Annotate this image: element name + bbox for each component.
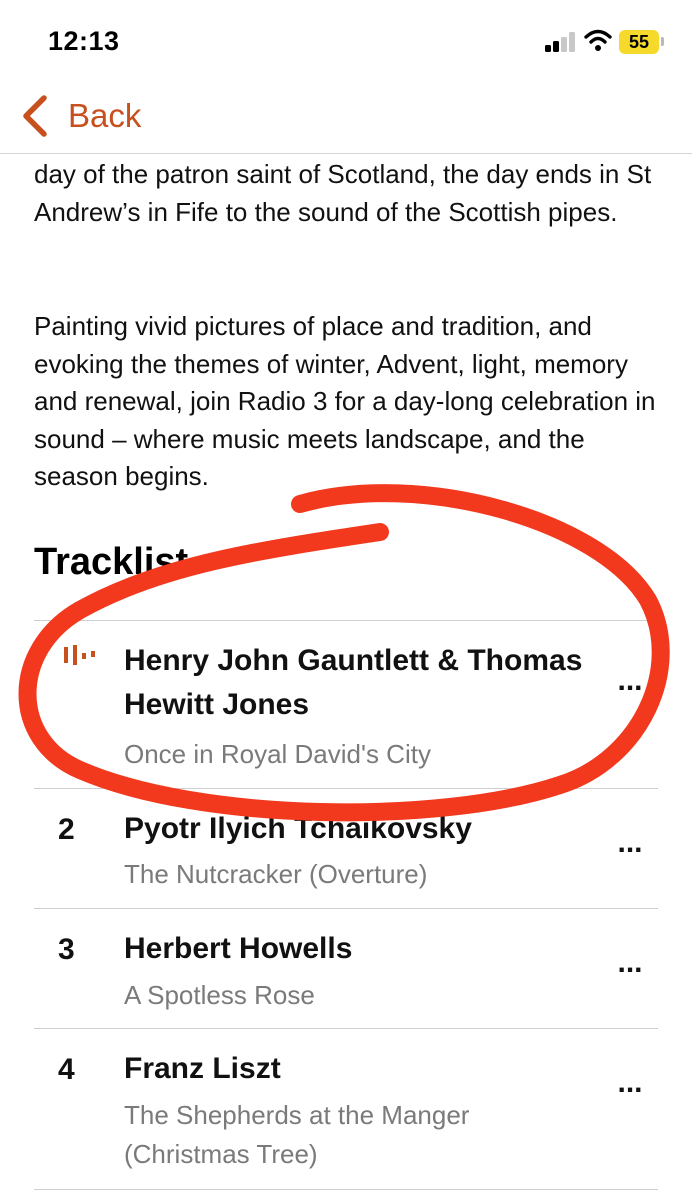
signal-bars-icon — [545, 32, 577, 52]
back-label: Back — [68, 97, 142, 134]
track-divider — [34, 1189, 658, 1190]
more-options-icon[interactable]: ... — [612, 666, 648, 707]
track-row-2[interactable]: 2 Pyotr Ilyich Tchaikovsky The Nutcracke… — [34, 789, 658, 908]
track-title: The Shepherds at the Manger (Christmas T… — [124, 1100, 470, 1169]
battery-indicator: 55 — [619, 30, 659, 54]
screen: 12:13 55 Back day of the patron saint of… — [0, 0, 692, 1199]
tracklist-heading: Tracklist — [34, 541, 189, 583]
cut-off-text — [34, 136, 664, 153]
status-bar: 12:13 55 — [0, 0, 692, 82]
more-options-icon[interactable]: ... — [612, 948, 648, 989]
track-row-3[interactable]: 3 Herbert Howells A Spotless Rose ... — [34, 909, 658, 1028]
back-button[interactable]: Back — [20, 92, 141, 140]
track-artist: Herbert Howells — [124, 932, 353, 965]
chevron-left-icon — [23, 95, 47, 137]
track-row-4[interactable]: 4 Franz Liszt The Shepherds at the Mange… — [34, 1029, 658, 1189]
battery-cap — [661, 37, 664, 46]
track-title: Once in Royal David's City — [124, 739, 431, 769]
more-options-icon[interactable]: ... — [612, 828, 648, 869]
track-artist: Franz Liszt — [124, 1052, 281, 1085]
track-number: 2 — [58, 813, 75, 846]
track-artist: Henry John Gauntlett & Thomas Hewitt Jon… — [124, 644, 583, 721]
description-paragraph-2: Painting vivid pictures of place and tra… — [34, 311, 656, 491]
more-options-icon[interactable]: ... — [612, 1068, 648, 1109]
now-playing-icon — [64, 645, 95, 665]
description-paragraph-1: day of the patron saint of Scotland, the… — [34, 159, 652, 227]
status-time: 12:13 — [48, 26, 120, 56]
track-number: 3 — [58, 933, 75, 966]
track-title: The Nutcracker (Overture) — [124, 859, 428, 889]
track-artist: Pyotr Ilyich Tchaikovsky — [124, 812, 472, 845]
track-number: 4 — [58, 1053, 75, 1086]
nav-divider — [0, 153, 692, 154]
track-title: A Spotless Rose — [124, 980, 315, 1010]
track-row-1[interactable]: Henry John Gauntlett & Thomas Hewitt Jon… — [34, 621, 658, 788]
wifi-icon — [584, 29, 612, 51]
